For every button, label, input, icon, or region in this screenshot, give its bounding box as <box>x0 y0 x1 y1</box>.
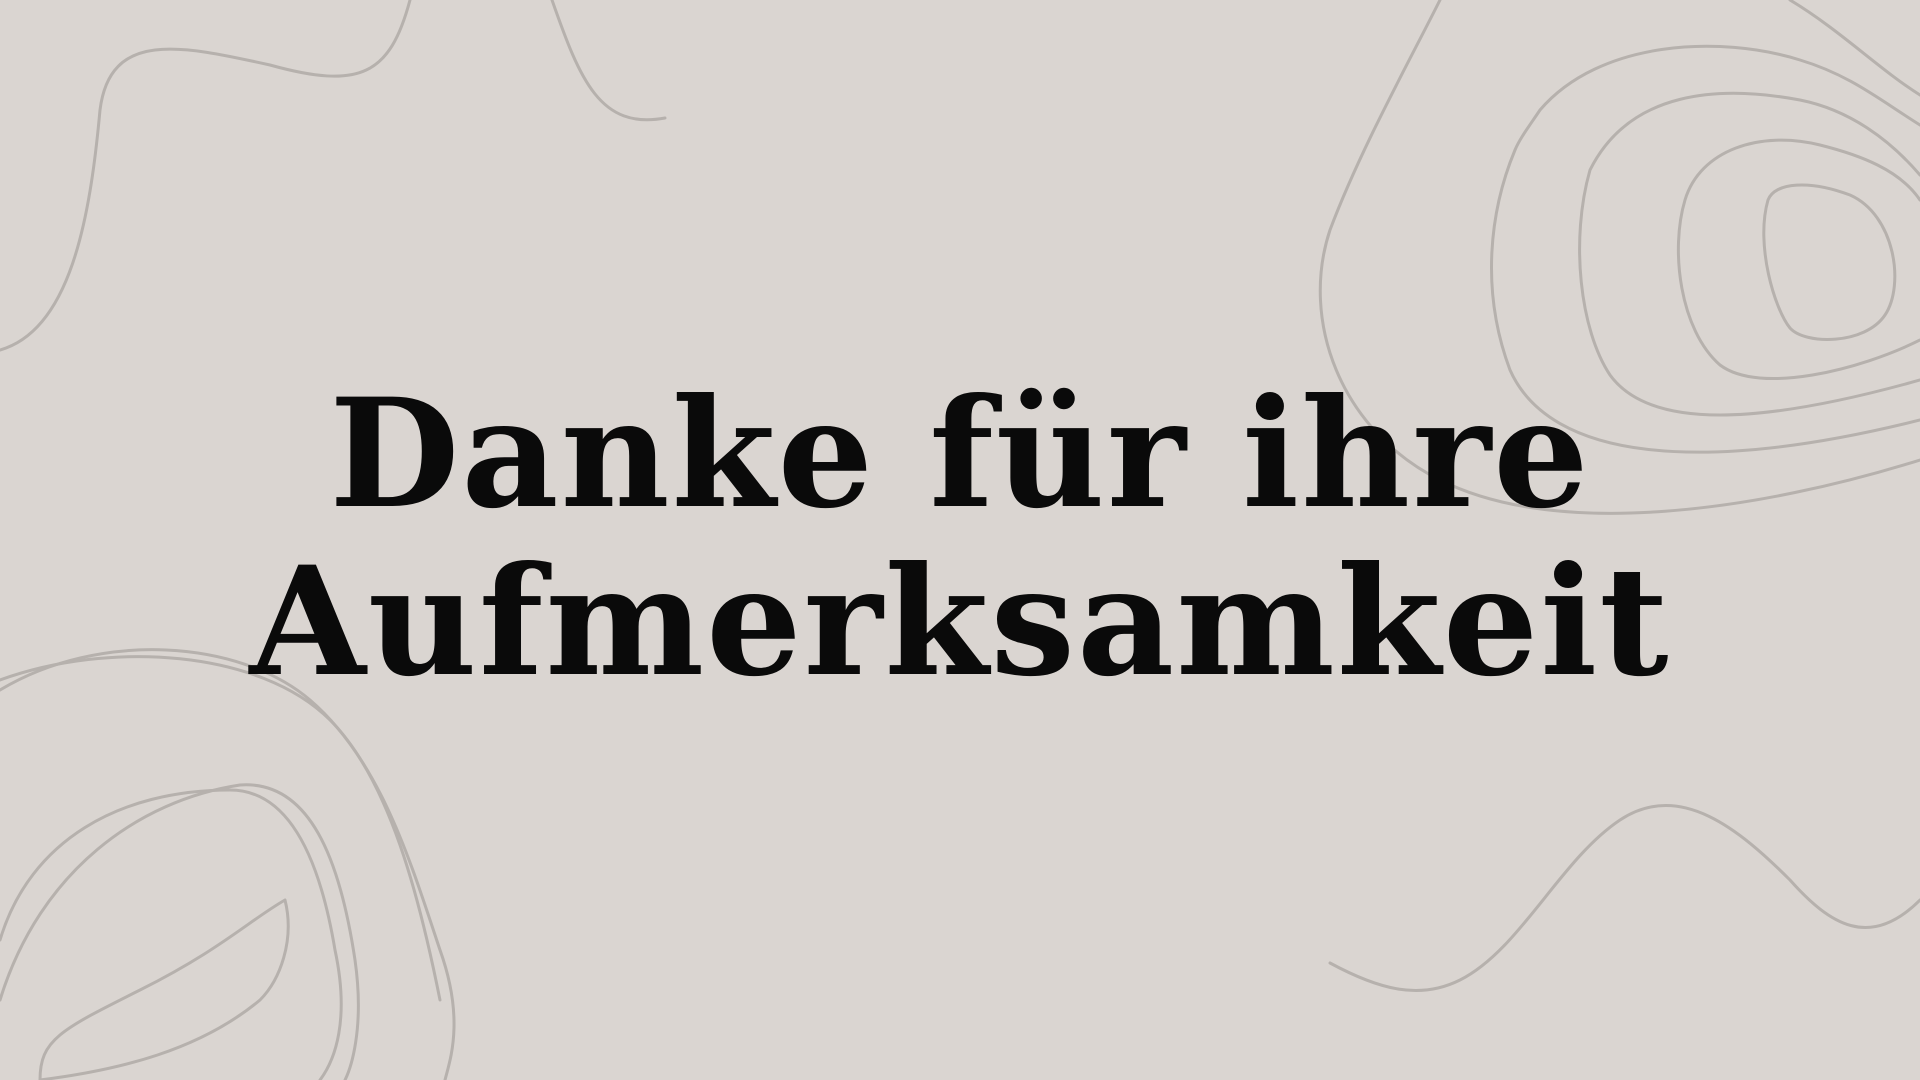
thank-you-headline: Danke für ihre Aufmerksamkeit <box>0 370 1920 706</box>
headline-line-2: Aufmerksamkeit <box>249 534 1671 710</box>
contour-line-bottom-left-3 <box>0 788 343 1080</box>
headline-line-1: Danke für ihre <box>329 366 1591 542</box>
contour-line-bottom-right <box>1328 803 1920 992</box>
contour-ring-1 <box>1762 183 1897 341</box>
contour-ring-2 <box>1676 138 1920 381</box>
slide: Danke für ihre Aufmerksamkeit <box>0 0 1920 1080</box>
contour-ring-3 <box>1578 91 1920 417</box>
contour-line-top-left <box>0 0 412 352</box>
contour-line-bottom-left-1 <box>0 648 456 1080</box>
contour-line-bottom-left-5 <box>38 898 290 1080</box>
contour-line-top-small <box>550 0 667 122</box>
contour-line-bottom-left-4 <box>0 783 360 1080</box>
